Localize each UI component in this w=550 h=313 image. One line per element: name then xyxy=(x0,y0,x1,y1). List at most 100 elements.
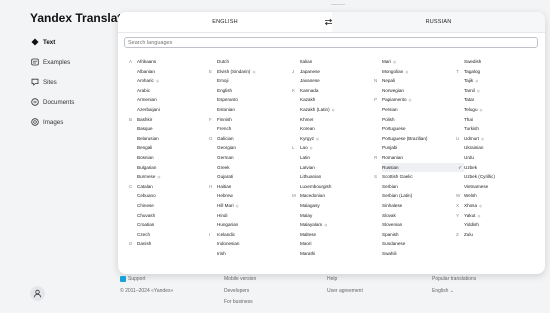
language-option[interactable]: Czech xyxy=(137,230,219,240)
language-option[interactable]: M Macedonian xyxy=(292,191,382,201)
language-option[interactable]: Polish xyxy=(382,115,464,125)
language-option[interactable]: Maltese xyxy=(300,230,382,240)
language-option[interactable]: W Welsh xyxy=(456,191,545,201)
language-option[interactable]: J Japanese xyxy=(292,67,382,77)
language-option[interactable]: Thai xyxy=(464,115,545,125)
language-option[interactable]: Croatian xyxy=(137,220,219,230)
language-option[interactable]: Persian xyxy=(382,105,464,115)
language-option[interactable]: Turkish xyxy=(464,124,545,134)
language-option[interactable]: Mongolian ◍ xyxy=(382,67,464,77)
language-option[interactable]: English xyxy=(217,86,299,96)
language-option[interactable]: B Bashkir xyxy=(129,115,219,125)
popular-translations-link[interactable]: Popular translations xyxy=(432,276,476,282)
language-option[interactable]: Latin xyxy=(300,153,382,163)
language-option[interactable]: Chuvash xyxy=(137,211,219,221)
language-option[interactable]: Kyrgyz ◍ xyxy=(300,134,382,144)
language-option[interactable]: Malay xyxy=(300,211,382,221)
app-logo[interactable]: Yandex Translate xyxy=(30,11,128,25)
mobile-version-link[interactable]: Mobile version xyxy=(224,276,256,282)
language-option[interactable]: Bulgarian xyxy=(137,163,219,173)
language-option[interactable]: S Scottish Gaelic xyxy=(374,172,464,182)
language-option[interactable]: G Galician xyxy=(209,134,299,144)
language-option[interactable]: A Afrikaans xyxy=(129,57,219,67)
language-option[interactable]: Serbian xyxy=(382,182,464,192)
language-option[interactable]: French xyxy=(217,124,299,134)
language-option[interactable]: Kazakh (Latin) ◍ xyxy=(300,105,382,115)
language-option[interactable]: Bosnian xyxy=(137,153,219,163)
help-link[interactable]: Help xyxy=(327,276,337,282)
language-option[interactable]: Lithuanian xyxy=(300,172,382,182)
for-business-link[interactable]: For business xyxy=(224,299,253,305)
language-option[interactable]: Portuguese xyxy=(382,124,464,134)
language-option[interactable]: German xyxy=(217,153,299,163)
language-option[interactable]: Bengali xyxy=(137,143,219,153)
language-option[interactable]: Cebuano xyxy=(137,191,219,201)
language-option[interactable]: Uzbek xyxy=(464,163,545,173)
swap-languages-button[interactable] xyxy=(322,16,334,28)
language-option[interactable]: Khmer xyxy=(300,115,382,125)
language-option[interactable]: Tajik ◍ xyxy=(464,76,545,86)
language-option[interactable]: Italian xyxy=(300,57,382,67)
language-option[interactable]: Swedish xyxy=(464,57,545,67)
language-option[interactable]: Norwegian xyxy=(382,86,464,96)
language-option[interactable]: Hill Mari ◍ xyxy=(217,201,299,211)
language-option[interactable]: Slovak xyxy=(382,211,464,221)
language-option[interactable]: Mari ◍ xyxy=(382,57,464,67)
language-option[interactable]: Armenian xyxy=(137,95,219,105)
language-option[interactable]: Kazakh xyxy=(300,95,382,105)
language-option[interactable]: Korean xyxy=(300,124,382,134)
language-option[interactable]: Y Yakut ◍ xyxy=(456,211,545,221)
avatar[interactable] xyxy=(30,286,45,301)
target-language-tab[interactable]: RUSSIAN xyxy=(332,12,545,33)
language-option[interactable]: N Nepali xyxy=(374,76,464,86)
language-option[interactable]: Marathi xyxy=(300,249,382,259)
language-option[interactable]: Arabic xyxy=(137,86,219,96)
language-option[interactable]: E Elvish (Sindarin) ◍ xyxy=(209,67,299,77)
language-option[interactable]: Gujarati xyxy=(217,172,299,182)
language-option[interactable]: Latvian xyxy=(300,163,382,173)
language-option[interactable]: U Udmurt ◍ xyxy=(456,134,545,144)
language-option[interactable]: Portuguese (Brazilian) xyxy=(382,134,464,144)
language-option[interactable]: K Kannada xyxy=(292,86,382,96)
language-option[interactable]: Maori xyxy=(300,239,382,249)
language-option[interactable]: T Tagalog xyxy=(456,67,545,77)
language-option[interactable]: P Papiamento ◍ xyxy=(374,95,464,105)
user-agreement-link[interactable]: User agreement xyxy=(327,288,363,294)
language-option[interactable]: Albanian xyxy=(137,67,219,77)
language-option[interactable]: Sundanese xyxy=(382,239,464,249)
language-option[interactable]: Serbian (Latin) xyxy=(382,191,464,201)
language-option[interactable]: Georgian xyxy=(217,143,299,153)
language-option[interactable]: Swahili xyxy=(382,249,464,259)
language-option[interactable]: Belarusian xyxy=(137,134,219,144)
language-option[interactable]: Dutch xyxy=(217,57,299,67)
language-option[interactable]: Chinese xyxy=(137,201,219,211)
language-option[interactable]: Sinhalese xyxy=(382,201,464,211)
language-option[interactable]: Greek xyxy=(217,163,299,173)
language-option[interactable]: R Romanian xyxy=(374,153,464,163)
language-option[interactable]: Amharic ◍ xyxy=(137,76,219,86)
language-option[interactable]: Z Zulu xyxy=(456,230,545,240)
language-option[interactable]: C Catalan xyxy=(129,182,219,192)
language-option[interactable]: L Lao ◍ xyxy=(292,143,382,153)
language-option[interactable]: Burmese ◍ xyxy=(137,172,219,182)
sidebar-item-documents[interactable]: Documents xyxy=(30,95,110,109)
language-option[interactable]: Esperanto xyxy=(217,95,299,105)
language-option[interactable]: F Finnish xyxy=(209,115,299,125)
language-option[interactable]: Estonian xyxy=(217,105,299,115)
language-option[interactable]: Punjabi xyxy=(382,143,464,153)
search-languages-input[interactable] xyxy=(124,37,538,48)
language-option[interactable]: Azerbaijani xyxy=(137,105,219,115)
language-option[interactable]: Vietnamese xyxy=(464,182,545,192)
language-option[interactable]: Tamil ◍ xyxy=(464,86,545,96)
language-option[interactable]: Russian ✓ xyxy=(382,162,464,173)
language-option[interactable]: Hindi xyxy=(217,211,299,221)
language-option[interactable]: Telugu ◍ xyxy=(464,105,545,115)
language-option[interactable]: Slovenian xyxy=(382,220,464,230)
sidebar-item-text[interactable]: Text xyxy=(30,35,110,49)
language-option[interactable]: Spanish xyxy=(382,230,464,240)
interface-language-select[interactable]: English ⌄ xyxy=(432,288,454,294)
language-option[interactable]: Ukrainian xyxy=(464,143,545,153)
language-option[interactable]: Yiddish xyxy=(464,220,545,230)
language-option[interactable]: Uzbek (Cyrillic) xyxy=(464,172,545,182)
language-option[interactable]: Hebrew xyxy=(217,191,299,201)
